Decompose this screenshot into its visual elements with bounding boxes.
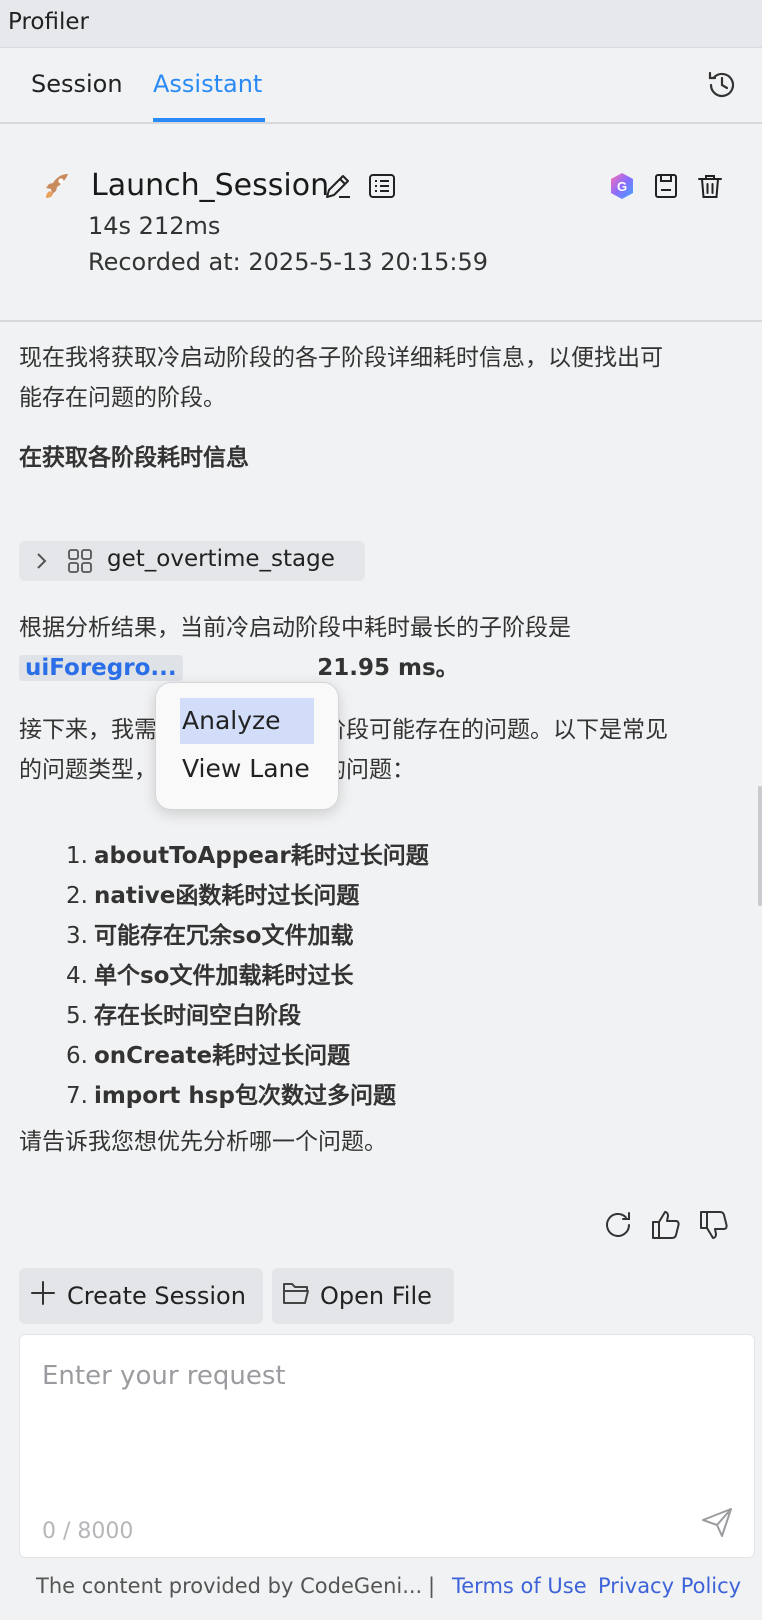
codegenie-icon[interactable]: G — [602, 166, 642, 206]
chevron-right-icon — [33, 551, 49, 575]
tab-bar: Session Assistant — [0, 48, 762, 124]
list-item: 5. 存在长时间空白阶段 — [66, 1003, 301, 1029]
character-counter: 0 / 8000 — [42, 1519, 134, 1544]
intro-line-2: 能存在问题的阶段。 — [19, 385, 226, 411]
footer-separator: | — [428, 1574, 436, 1598]
window-title: Profiler — [8, 9, 89, 35]
rocket-icon — [42, 170, 74, 202]
next-line-1-start: 接下来，我需 — [19, 717, 157, 743]
context-menu: Analyze View Lane — [155, 682, 339, 810]
active-tab-indicator — [153, 118, 265, 122]
menu-item-view-lane[interactable]: View Lane — [180, 746, 314, 792]
create-session-label: Create Session — [67, 1282, 246, 1310]
edit-icon[interactable] — [318, 166, 358, 206]
result-duration: 21.95 ms。 — [317, 655, 459, 681]
save-icon[interactable] — [646, 166, 686, 206]
request-input[interactable]: Enter your request 0 / 8000 — [19, 1334, 755, 1558]
privacy-policy-link[interactable]: Privacy Policy — [598, 1574, 741, 1598]
list-item: 4. 单个so文件加载耗时过长 — [66, 963, 354, 989]
disclaimer-text: The content provided by CodeGeni... — [36, 1574, 423, 1598]
tab-assistant[interactable]: Assistant — [153, 70, 262, 98]
title-bar: Profiler — [0, 0, 762, 48]
next-line-2-start: 的问题类型， — [19, 757, 157, 783]
send-icon[interactable] — [700, 1505, 736, 1541]
menu-item-analyze[interactable]: Analyze — [180, 698, 314, 744]
session-duration: 14s 212ms — [88, 212, 221, 240]
issue-list: 1. aboutToAppear耗时过长问题 2. native函数耗时过长问题 3… — [66, 836, 429, 1116]
terms-of-use-link[interactable]: Terms of Use — [452, 1574, 587, 1598]
list-item: 3. 可能存在冗余so文件加载 — [66, 923, 354, 949]
plus-icon — [29, 1279, 67, 1313]
list-item: 1. aboutToAppear耗时过长问题 — [66, 843, 429, 869]
tool-call-name: get_overtime_stage — [107, 546, 335, 572]
footer: The content provided by CodeGeni... | Te… — [0, 1574, 762, 1604]
next-line-2: 的问题类型， 的问题： — [19, 750, 739, 790]
create-session-button[interactable]: Create Session — [19, 1268, 263, 1324]
trash-icon[interactable] — [690, 166, 730, 206]
next-line-1: 接下来，我需 阶段可能存在的问题。以下是常见 — [19, 710, 739, 750]
session-recorded-at: Recorded at: 2025-5-13 20:15:59 — [88, 248, 489, 276]
request-input-placeholder: Enter your request — [42, 1361, 286, 1391]
closing-text: 请告诉我您想优先分析哪一个问题。 — [19, 1129, 387, 1155]
next-line-1-end: 阶段可能存在的问题。以下是常见 — [323, 717, 668, 743]
status-text: 在获取各阶段耗时信息 — [19, 445, 249, 471]
svg-text:G: G — [617, 179, 627, 194]
tab-session[interactable]: Session — [31, 70, 123, 98]
stage-name-chip[interactable]: uiForegro... — [19, 655, 183, 681]
list-item: 7. import hsp包次数过多问题 — [66, 1083, 396, 1109]
history-icon[interactable] — [705, 68, 739, 102]
open-file-button[interactable]: Open File — [272, 1268, 454, 1324]
open-file-label: Open File — [320, 1282, 432, 1310]
list-item: 2. native函数耗时过长问题 — [66, 883, 360, 909]
thumbs-down-icon[interactable] — [697, 1208, 737, 1248]
list-icon[interactable] — [362, 166, 402, 206]
scrollbar-thumb[interactable] — [758, 786, 762, 906]
folder-icon — [282, 1280, 320, 1312]
thumbs-up-icon[interactable] — [649, 1208, 689, 1248]
list-item: 6. onCreate耗时过长问题 — [66, 1043, 351, 1069]
result-line-2: uiForegro... 21.95 ms。 — [19, 648, 739, 688]
session-name: Launch_Session — [91, 168, 330, 203]
intro-line-1: 现在我将获取冷启动阶段的各子阶段详细耗时信息，以便找出可 — [19, 345, 663, 371]
session-header: Launch_Session G 14s 212ms Recorded at: … — [0, 126, 762, 322]
result-line-1: 根据分析结果，当前冷启动阶段中耗时最长的子阶段是 — [19, 615, 571, 641]
tool-call-pill[interactable]: get_overtime_stage — [19, 541, 365, 581]
grid-icon — [67, 548, 93, 578]
refresh-icon[interactable] — [601, 1208, 641, 1248]
